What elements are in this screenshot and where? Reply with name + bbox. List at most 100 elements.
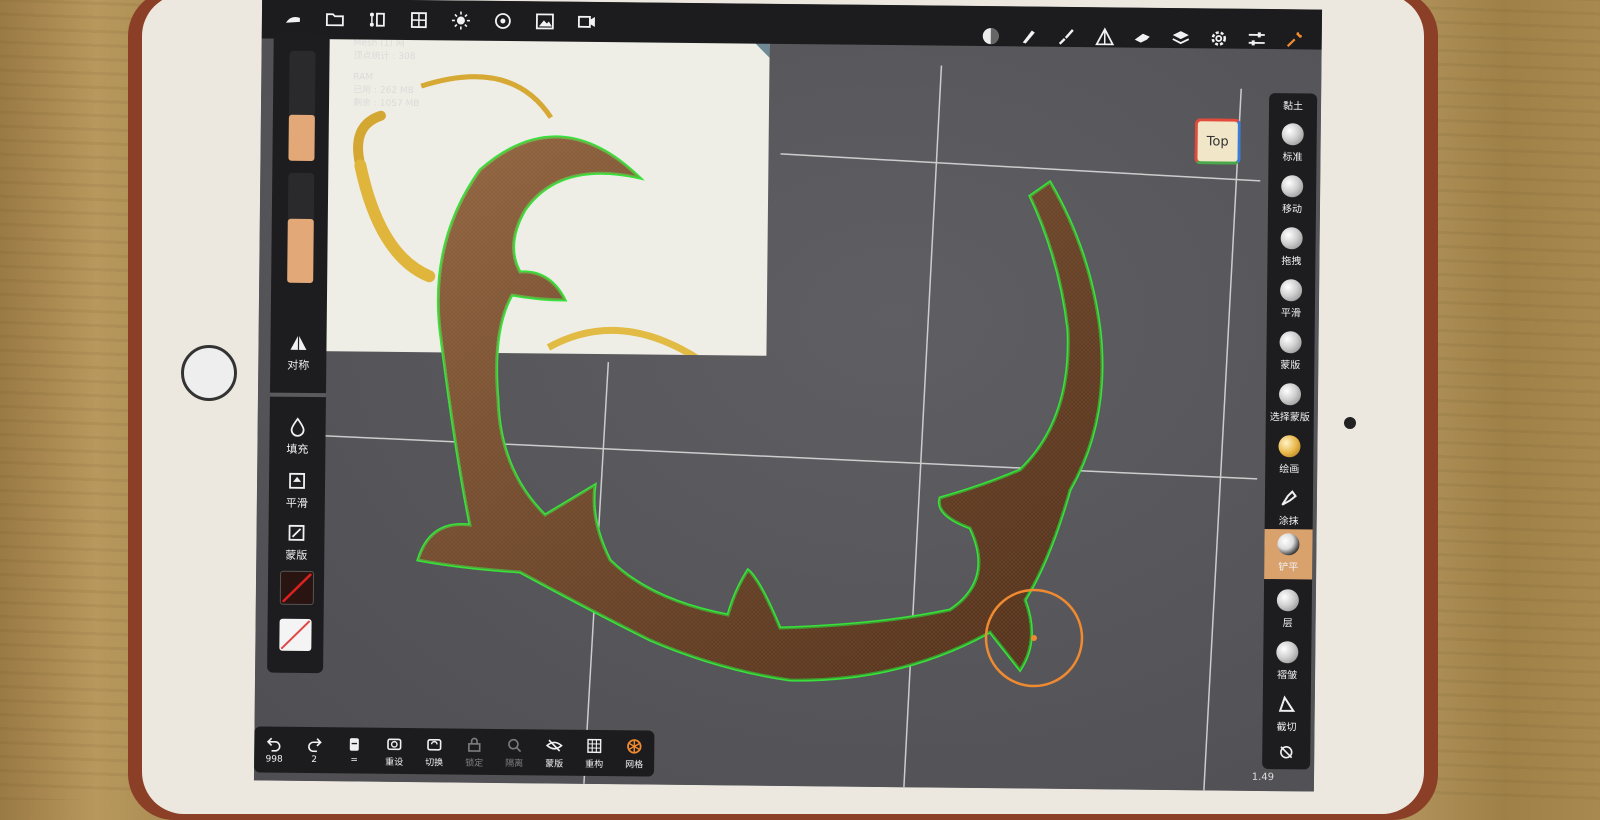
color-swatch-dark[interactable] bbox=[280, 571, 314, 605]
search-icon bbox=[505, 736, 523, 754]
sphere-icon bbox=[1276, 641, 1298, 663]
upload-icon bbox=[287, 471, 307, 491]
stat-used: 已用 : 262 MB bbox=[353, 84, 420, 98]
settings-icon[interactable] bbox=[1208, 27, 1230, 49]
tool-drag[interactable]: 拖拽 bbox=[1267, 227, 1315, 268]
switch-label: 切换 bbox=[425, 755, 443, 768]
lock-button[interactable]: 锁定 bbox=[454, 735, 494, 768]
video-icon[interactable] bbox=[576, 11, 598, 33]
material-icon[interactable] bbox=[980, 25, 1002, 47]
layers-icon[interactable] bbox=[1170, 27, 1192, 49]
camera-reset-icon bbox=[385, 734, 403, 752]
undo-icon bbox=[265, 735, 283, 753]
tool-flatten-label: 铲平 bbox=[1278, 558, 1298, 573]
screen: Mesh (1) 网 顶点统计 : 308 RAM 已用 : 262 MB 剩余… bbox=[254, 0, 1322, 792]
light-icon[interactable] bbox=[450, 9, 472, 31]
tool-crease-label: 褶皱 bbox=[1277, 666, 1297, 681]
home-button[interactable] bbox=[181, 345, 237, 401]
tool-layer[interactable]: 层 bbox=[1264, 589, 1312, 630]
tool-select-mask[interactable]: 选择蒙版 bbox=[1266, 383, 1314, 424]
camera-lens bbox=[1344, 417, 1356, 429]
sphere-icon bbox=[1280, 279, 1302, 301]
sliders-icon[interactable] bbox=[1246, 28, 1268, 50]
mesh-button[interactable]: 网格 bbox=[614, 737, 654, 770]
tool-smooth[interactable]: 平滑 bbox=[1267, 279, 1315, 320]
tool-smooth-label: 平滑 bbox=[1281, 304, 1301, 319]
reset-button[interactable]: 重设 bbox=[374, 734, 414, 767]
left-panel: 对称 填充 平滑 蒙版 bbox=[267, 33, 330, 674]
redo-button[interactable]: 2 bbox=[294, 735, 334, 765]
sphere-icon bbox=[1279, 331, 1301, 353]
stroke-icon[interactable] bbox=[1056, 26, 1078, 48]
undo-count: 998 bbox=[266, 755, 283, 765]
intensity-slider-fill bbox=[287, 219, 314, 283]
drop-icon bbox=[288, 417, 308, 437]
camera-icon[interactable] bbox=[492, 10, 514, 32]
intensity-slider[interactable] bbox=[287, 173, 314, 283]
tool-mask[interactable]: 蒙版 bbox=[1266, 331, 1314, 372]
tool-trim-label: 截切 bbox=[1276, 718, 1296, 733]
fill-label: 填充 bbox=[286, 441, 308, 457]
tool-paint-label: 绘画 bbox=[1279, 460, 1299, 475]
tool-mask-label: 蒙版 bbox=[1280, 356, 1300, 371]
undo-button[interactable]: 998 bbox=[254, 734, 294, 764]
scene-icon[interactable] bbox=[366, 9, 388, 31]
tool-smudge[interactable]: 涂抹 bbox=[1265, 487, 1313, 528]
switch-button[interactable]: 切换 bbox=[414, 735, 454, 768]
remesh-grid-icon bbox=[585, 736, 603, 754]
tool-trim[interactable]: 截切 bbox=[1262, 693, 1310, 734]
mesh-label: 网格 bbox=[625, 757, 643, 770]
folder-icon[interactable] bbox=[324, 8, 346, 30]
remesh-label: 重构 bbox=[585, 756, 603, 769]
tool-select-mask-label: 选择蒙版 bbox=[1270, 408, 1310, 423]
reference-image[interactable]: Mesh (1) 网 顶点统计 : 308 RAM 已用 : 262 MB 剩余… bbox=[318, 15, 769, 356]
sphere-icon bbox=[1282, 123, 1304, 145]
reset-label: 重设 bbox=[385, 754, 403, 767]
tool-smudge-label: 涂抹 bbox=[1279, 512, 1299, 527]
tool-paint[interactable]: 绘画 bbox=[1265, 435, 1313, 476]
bottom-toolbar: 998 2 = 重设 切换 锁定 隔离 蒙版 bbox=[254, 726, 654, 776]
tool-more[interactable] bbox=[1262, 743, 1310, 762]
top-right-toolbar bbox=[980, 14, 1306, 61]
panel-divider bbox=[270, 393, 326, 398]
tool-standard[interactable]: 标准 bbox=[1268, 123, 1316, 164]
mesh-info-button[interactable]: = bbox=[334, 735, 374, 765]
radius-slider-fill bbox=[288, 115, 314, 161]
brush-icon[interactable] bbox=[1018, 25, 1040, 47]
lock-label: 锁定 bbox=[465, 755, 483, 768]
sphere-icon bbox=[1277, 589, 1299, 611]
stat-vertices: 顶点统计 : 308 bbox=[353, 50, 420, 64]
symmetry-icon[interactable] bbox=[1094, 26, 1116, 48]
mesh-info-mark: = bbox=[350, 755, 358, 765]
smooth-button[interactable]: 平滑 bbox=[269, 471, 325, 512]
flatten-sphere-icon bbox=[1277, 533, 1299, 555]
mask-button[interactable]: 蒙版 bbox=[268, 523, 324, 564]
tool-drag-label: 拖拽 bbox=[1281, 252, 1301, 267]
grid-icon[interactable] bbox=[408, 9, 430, 31]
tool-crease[interactable]: 褶皱 bbox=[1263, 641, 1311, 682]
visibility-button[interactable]: 蒙版 bbox=[534, 736, 574, 769]
tool-standard-label: 标准 bbox=[1282, 148, 1302, 163]
image-icon[interactable] bbox=[534, 10, 556, 32]
tool-flatten[interactable]: 铲平 bbox=[1264, 529, 1313, 579]
tool-move[interactable]: 移动 bbox=[1268, 175, 1316, 216]
picker-icon[interactable] bbox=[1132, 27, 1154, 49]
mask-icon bbox=[286, 523, 306, 543]
symmetry-toggle[interactable]: 对称 bbox=[270, 333, 326, 374]
tool-clay-label: 黏土 bbox=[1283, 97, 1303, 112]
radius-slider[interactable] bbox=[288, 51, 315, 161]
sculpt-icon[interactable] bbox=[282, 8, 304, 30]
color-swatch-white[interactable] bbox=[279, 619, 311, 651]
remesh-button[interactable]: 重构 bbox=[574, 736, 614, 769]
smooth-label: 平滑 bbox=[286, 495, 308, 511]
paint-sphere-icon bbox=[1278, 435, 1300, 457]
view-cube[interactable]: Top bbox=[1194, 118, 1240, 164]
no-color-icon bbox=[281, 572, 313, 604]
switch-camera-icon bbox=[425, 735, 443, 753]
sphere-icon bbox=[1281, 175, 1303, 197]
fill-button[interactable]: 填充 bbox=[269, 417, 325, 458]
tool-clay[interactable]: 黏土 bbox=[1269, 97, 1317, 113]
isolate-button[interactable]: 隔离 bbox=[494, 735, 534, 768]
wrench-icon[interactable] bbox=[1284, 28, 1306, 50]
visibility-label: 蒙版 bbox=[545, 756, 563, 769]
